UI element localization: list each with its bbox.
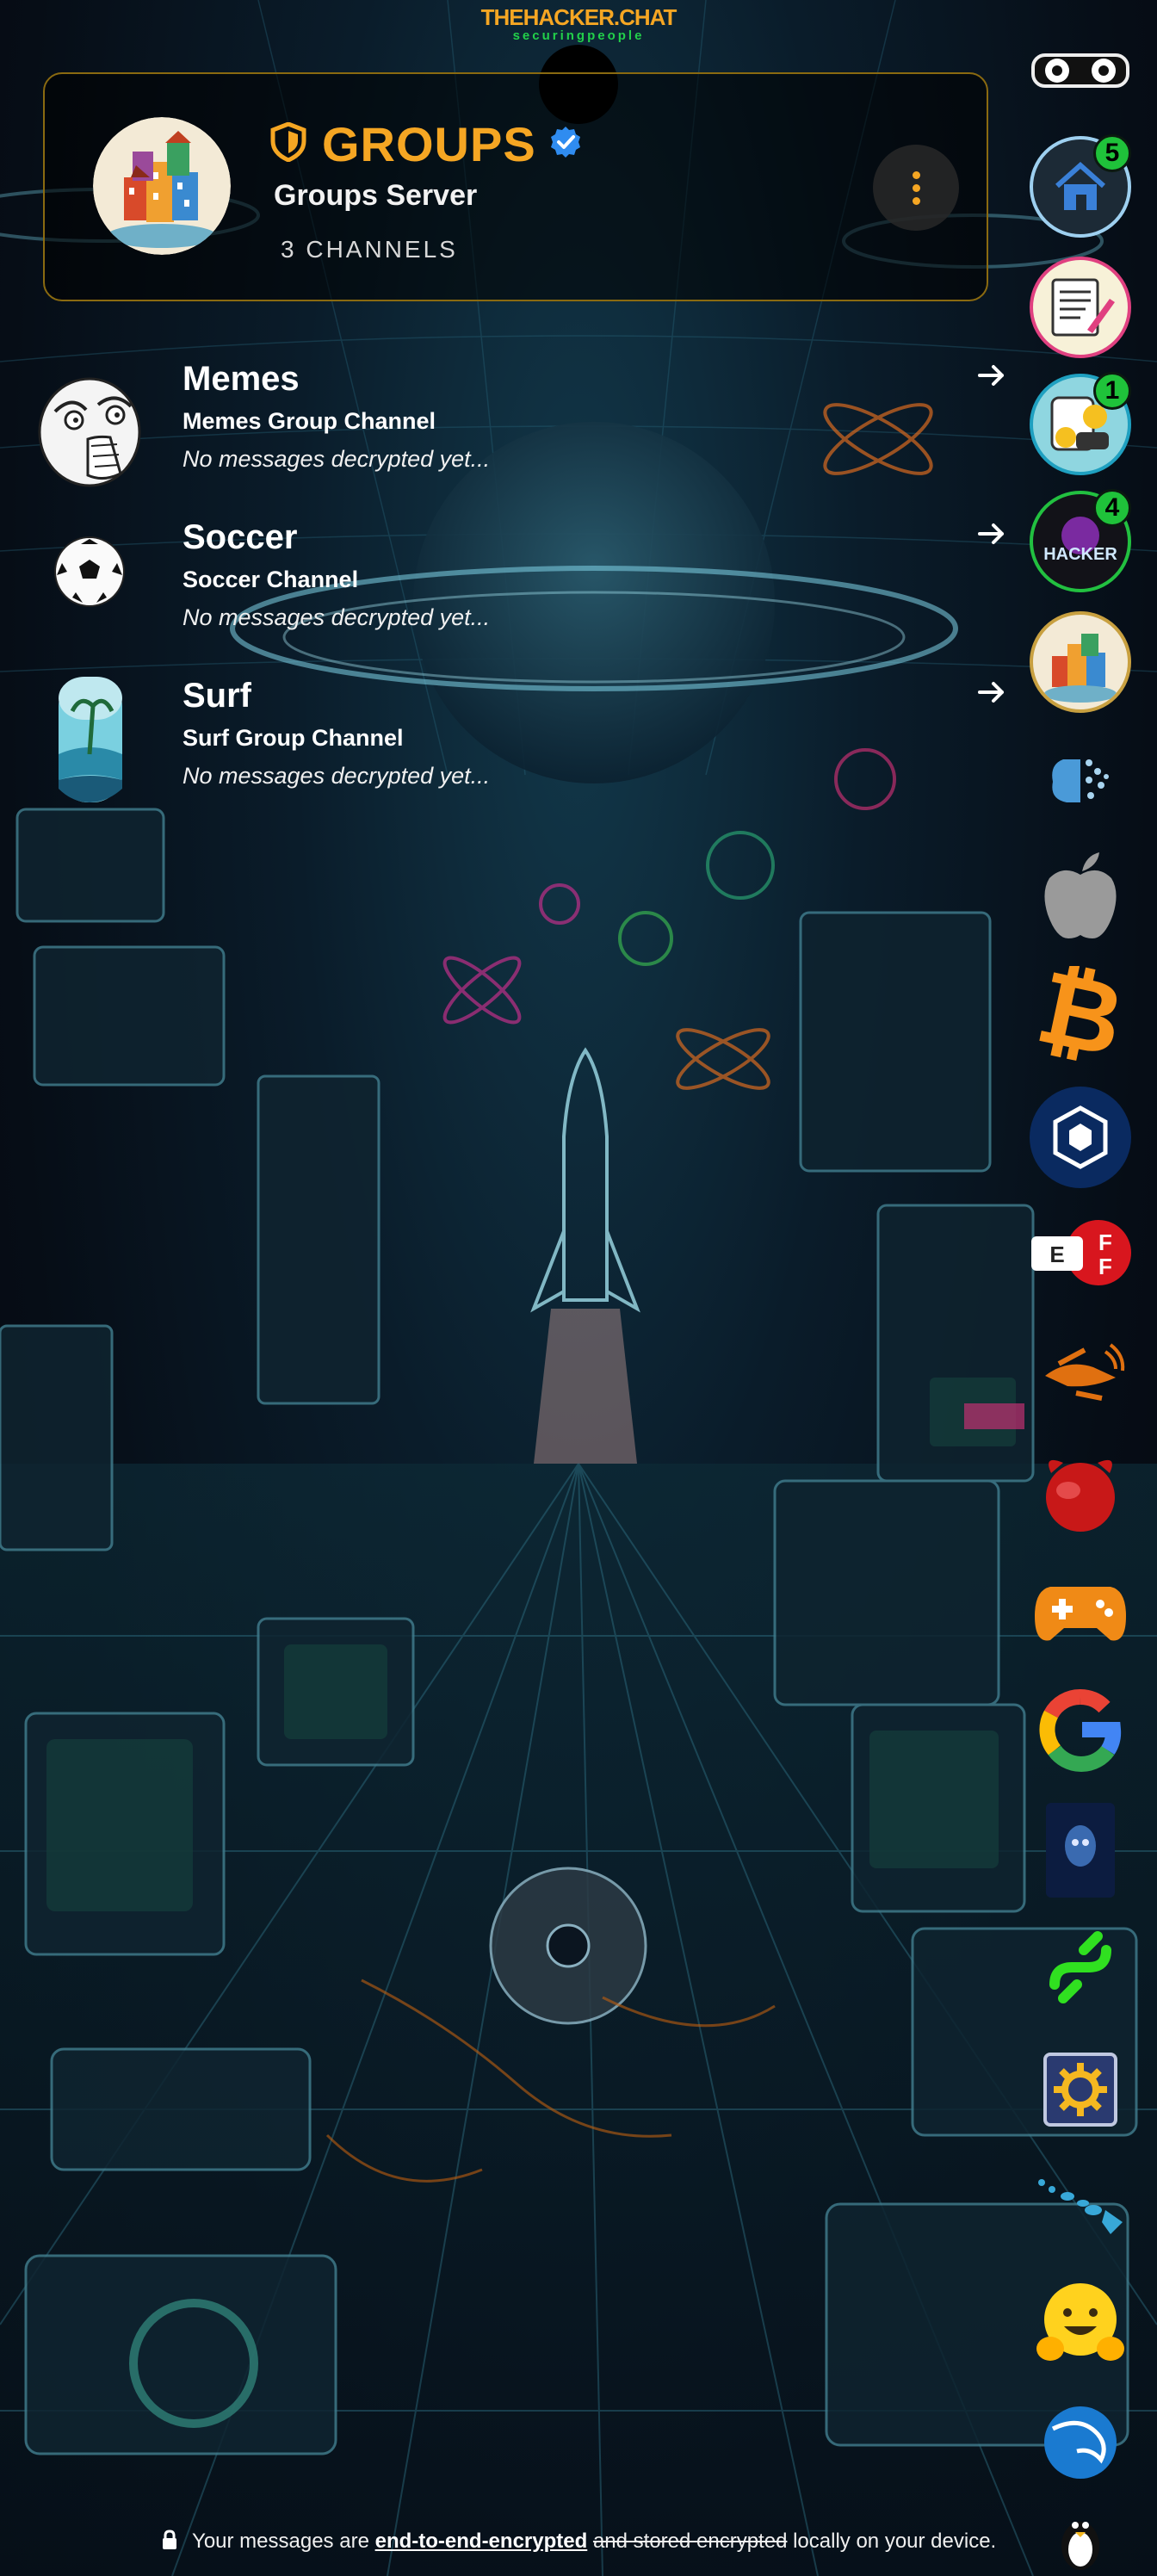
- svg-text:E: E: [1049, 1242, 1064, 1267]
- verified-badge-icon: [548, 125, 583, 164]
- rail-home-icon[interactable]: 5: [1030, 134, 1131, 238]
- app-brand: THEHACKER.CHAT securingpeople: [0, 5, 1157, 42]
- channel-description: Soccer Channel: [183, 567, 359, 592]
- soccer-ball-avatar: [38, 518, 143, 646]
- svg-text:₿: ₿: [1039, 966, 1122, 1061]
- channel-last-message: No messages decrypted yet...: [183, 604, 491, 630]
- server-avatar[interactable]: [93, 117, 231, 255]
- rail-gamepad-icon[interactable]: [1030, 1562, 1131, 1663]
- brand-subtitle: securingpeople: [512, 28, 645, 43]
- channel-description: Surf Group Channel: [183, 725, 404, 751]
- arrow-right-icon: [976, 360, 1007, 391]
- encryption-notice-suffix: locally on your device.: [793, 2530, 997, 2553]
- dot: [912, 170, 920, 179]
- svg-text:HACKER: HACKER: [1043, 545, 1117, 564]
- troll-face-avatar: [38, 360, 143, 487]
- encryption-notice-strike: and stored encrypted: [592, 2530, 788, 2553]
- encryption-notice: Your messages are end-to-end-encrypted a…: [0, 2530, 1157, 2554]
- shield-icon: [270, 121, 306, 166]
- rail-notes-icon[interactable]: [1030, 257, 1131, 358]
- rail-glasses-icon[interactable]: [1030, 17, 1131, 121]
- channel-description: Memes Group Channel: [183, 408, 436, 434]
- lock-icon: [161, 2530, 178, 2550]
- rail-movie-icon[interactable]: [1030, 1799, 1131, 1901]
- channel-last-message: No messages decrypted yet...: [183, 446, 491, 472]
- rail-drone-icon[interactable]: [1030, 1321, 1131, 1422]
- encryption-notice-prefix: Your messages are: [192, 2530, 369, 2553]
- channel-name: Soccer: [183, 518, 298, 556]
- brand-title: THEHACKER.CHAT: [480, 4, 677, 30]
- rail-hacker-icon[interactable]: HACKER 4: [1030, 489, 1131, 592]
- dot: [912, 183, 920, 192]
- rail-hugging-face-icon[interactable]: [1030, 2273, 1131, 2375]
- arrow-right-icon: [976, 677, 1007, 708]
- server-name: Groups Server: [274, 179, 478, 212]
- notification-badge: 1: [1093, 372, 1131, 410]
- channel-last-message: No messages decrypted yet...: [183, 763, 491, 789]
- rail-apple-icon[interactable]: [1030, 845, 1131, 947]
- server-header: GROUPS Groups Server 3 CHANNELS: [43, 72, 988, 301]
- server-title-row: GROUPS: [270, 114, 583, 174]
- arrow-right-icon: [976, 518, 1007, 549]
- server-menu-button[interactable]: [873, 145, 959, 231]
- dot: [912, 196, 920, 205]
- channel-item-soccer[interactable]: Soccer Soccer Channel No messages decryp…: [0, 518, 1024, 670]
- rail-google-icon[interactable]: [1030, 1679, 1131, 1780]
- svg-text:F: F: [1098, 1229, 1112, 1255]
- channel-item-surf[interactable]: Surf Surf Group Channel No messages decr…: [0, 677, 1024, 828]
- rail-crypto-icon[interactable]: [1030, 1087, 1131, 1188]
- encryption-link[interactable]: end-to-end-encrypted: [375, 2530, 588, 2553]
- server-title: GROUPS: [322, 116, 536, 171]
- surf-board-avatar: [38, 677, 143, 804]
- channel-count: 3 CHANNELS: [281, 236, 458, 263]
- svg-text:F: F: [1098, 1254, 1112, 1279]
- rail-brain-icon[interactable]: [1030, 730, 1131, 832]
- rail-groups-icon[interactable]: [1030, 611, 1131, 713]
- channel-name: Memes: [183, 360, 300, 398]
- rail-freebsd-icon[interactable]: [1030, 1443, 1131, 1545]
- rail-settings-icon[interactable]: [1030, 2039, 1131, 2140]
- rail-bitcoin-icon[interactable]: ₿: [1030, 963, 1131, 1064]
- rail-chat-bot-icon[interactable]: 1: [1030, 372, 1131, 475]
- channel-item-memes[interactable]: Memes Memes Group Channel No messages de…: [0, 360, 1024, 511]
- channel-name: Surf: [183, 677, 251, 715]
- rail-kali-icon[interactable]: [1030, 2392, 1131, 2493]
- rail-eff-icon[interactable]: E F F: [1030, 1202, 1131, 1303]
- notification-badge: 5: [1093, 134, 1131, 172]
- rail-chain-icon[interactable]: [1030, 1917, 1131, 2018]
- notification-badge: 4: [1093, 489, 1131, 527]
- rail-hawaii-icon[interactable]: [1030, 2154, 1131, 2256]
